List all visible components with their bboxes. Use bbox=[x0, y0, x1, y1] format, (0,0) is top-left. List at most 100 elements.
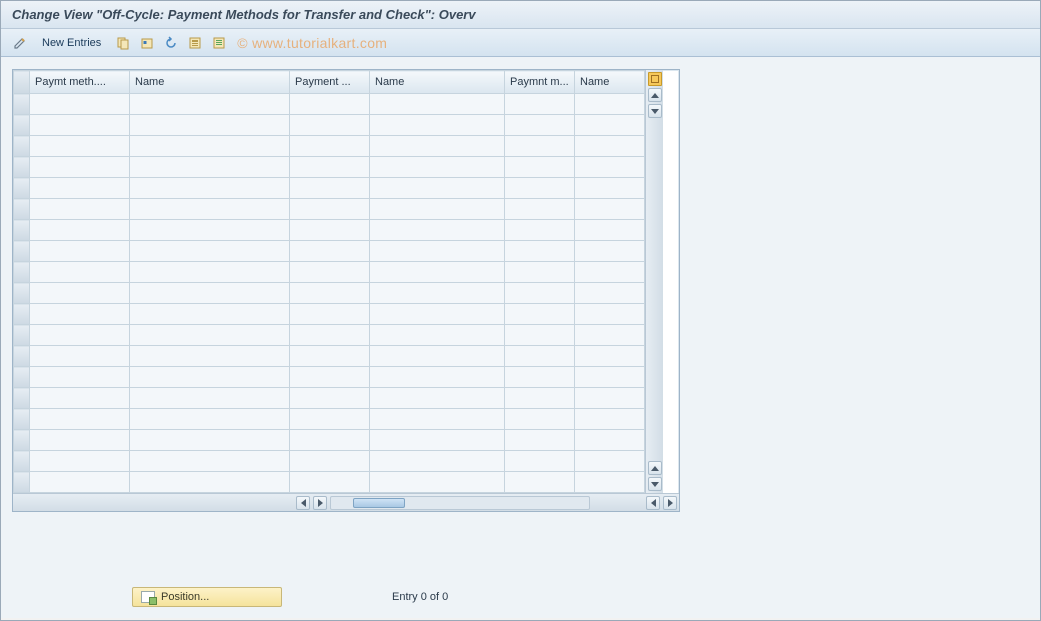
cell[interactable] bbox=[130, 178, 290, 199]
cell[interactable] bbox=[370, 388, 505, 409]
cell[interactable] bbox=[575, 94, 645, 115]
position-button[interactable]: Position... bbox=[132, 587, 282, 607]
row-selector[interactable] bbox=[14, 157, 30, 178]
cell[interactable] bbox=[30, 220, 130, 241]
vertical-scrollbar[interactable] bbox=[645, 70, 663, 493]
table-row[interactable] bbox=[14, 409, 645, 430]
delete-icon[interactable] bbox=[137, 33, 157, 53]
cell[interactable] bbox=[130, 262, 290, 283]
cell[interactable] bbox=[505, 136, 575, 157]
cell[interactable] bbox=[30, 388, 130, 409]
cell[interactable] bbox=[575, 388, 645, 409]
cell[interactable] bbox=[370, 115, 505, 136]
cell[interactable] bbox=[130, 346, 290, 367]
cell[interactable] bbox=[290, 451, 370, 472]
cell[interactable] bbox=[290, 325, 370, 346]
cell[interactable] bbox=[505, 451, 575, 472]
cell[interactable] bbox=[290, 178, 370, 199]
table-row[interactable] bbox=[14, 157, 645, 178]
cell[interactable] bbox=[370, 157, 505, 178]
row-selector[interactable] bbox=[14, 325, 30, 346]
scroll-down-end-icon[interactable] bbox=[648, 477, 662, 491]
cell[interactable] bbox=[370, 136, 505, 157]
cell[interactable] bbox=[505, 94, 575, 115]
cell[interactable] bbox=[575, 451, 645, 472]
cell[interactable] bbox=[370, 241, 505, 262]
table-row[interactable] bbox=[14, 199, 645, 220]
cell[interactable] bbox=[370, 409, 505, 430]
cell[interactable] bbox=[575, 409, 645, 430]
cell[interactable] bbox=[370, 451, 505, 472]
table-row[interactable] bbox=[14, 262, 645, 283]
cell[interactable] bbox=[370, 283, 505, 304]
cell[interactable] bbox=[505, 220, 575, 241]
scroll-right-icon[interactable] bbox=[663, 496, 677, 510]
cell[interactable] bbox=[130, 388, 290, 409]
cell[interactable] bbox=[575, 136, 645, 157]
table-row[interactable] bbox=[14, 388, 645, 409]
cell[interactable] bbox=[30, 304, 130, 325]
cell[interactable] bbox=[370, 178, 505, 199]
row-selector[interactable] bbox=[14, 178, 30, 199]
cell[interactable] bbox=[290, 262, 370, 283]
table-row[interactable] bbox=[14, 472, 645, 493]
scroll-left-icon[interactable] bbox=[296, 496, 310, 510]
row-selector[interactable] bbox=[14, 388, 30, 409]
cell[interactable] bbox=[30, 283, 130, 304]
column-header[interactable]: Payment ... bbox=[290, 71, 370, 94]
cell[interactable] bbox=[575, 178, 645, 199]
cell[interactable] bbox=[505, 115, 575, 136]
table-row[interactable] bbox=[14, 136, 645, 157]
cell[interactable] bbox=[130, 94, 290, 115]
row-selector[interactable] bbox=[14, 409, 30, 430]
cell[interactable] bbox=[370, 367, 505, 388]
horizontal-scrollbar[interactable] bbox=[13, 493, 679, 511]
cell[interactable] bbox=[575, 325, 645, 346]
table-row[interactable] bbox=[14, 304, 645, 325]
column-header[interactable]: Name bbox=[575, 71, 645, 94]
cell[interactable] bbox=[505, 157, 575, 178]
cell[interactable] bbox=[130, 409, 290, 430]
cell[interactable] bbox=[505, 367, 575, 388]
undo-icon[interactable] bbox=[161, 33, 181, 53]
cell[interactable] bbox=[30, 178, 130, 199]
grid-table[interactable]: Paymt meth....NamePayment ...NamePaymnt … bbox=[13, 70, 645, 493]
cell[interactable] bbox=[290, 409, 370, 430]
row-selector[interactable] bbox=[14, 220, 30, 241]
table-row[interactable] bbox=[14, 283, 645, 304]
hscroll-thumb[interactable] bbox=[353, 498, 405, 508]
cell[interactable] bbox=[290, 136, 370, 157]
cell[interactable] bbox=[575, 220, 645, 241]
cell[interactable] bbox=[30, 451, 130, 472]
cell[interactable] bbox=[370, 325, 505, 346]
row-selector[interactable] bbox=[14, 262, 30, 283]
row-selector[interactable] bbox=[14, 241, 30, 262]
cell[interactable] bbox=[290, 241, 370, 262]
table-row[interactable] bbox=[14, 178, 645, 199]
cell[interactable] bbox=[505, 409, 575, 430]
cell[interactable] bbox=[370, 304, 505, 325]
cell[interactable] bbox=[575, 430, 645, 451]
cell[interactable] bbox=[290, 94, 370, 115]
scroll-left-end-icon[interactable] bbox=[646, 496, 660, 510]
cell[interactable] bbox=[290, 283, 370, 304]
cell[interactable] bbox=[30, 325, 130, 346]
row-selector-header[interactable] bbox=[14, 71, 30, 94]
cell[interactable] bbox=[575, 157, 645, 178]
row-selector[interactable] bbox=[14, 472, 30, 493]
table-row[interactable] bbox=[14, 367, 645, 388]
cell[interactable] bbox=[130, 220, 290, 241]
cell[interactable] bbox=[370, 472, 505, 493]
column-header[interactable]: Name bbox=[370, 71, 505, 94]
cell[interactable] bbox=[290, 157, 370, 178]
cell[interactable] bbox=[575, 346, 645, 367]
cell[interactable] bbox=[505, 283, 575, 304]
cell[interactable] bbox=[370, 262, 505, 283]
cell[interactable] bbox=[290, 220, 370, 241]
cell[interactable] bbox=[30, 94, 130, 115]
cell[interactable] bbox=[290, 304, 370, 325]
cell[interactable] bbox=[30, 136, 130, 157]
row-selector[interactable] bbox=[14, 283, 30, 304]
edit-icon[interactable] bbox=[10, 33, 30, 53]
table-row[interactable] bbox=[14, 346, 645, 367]
